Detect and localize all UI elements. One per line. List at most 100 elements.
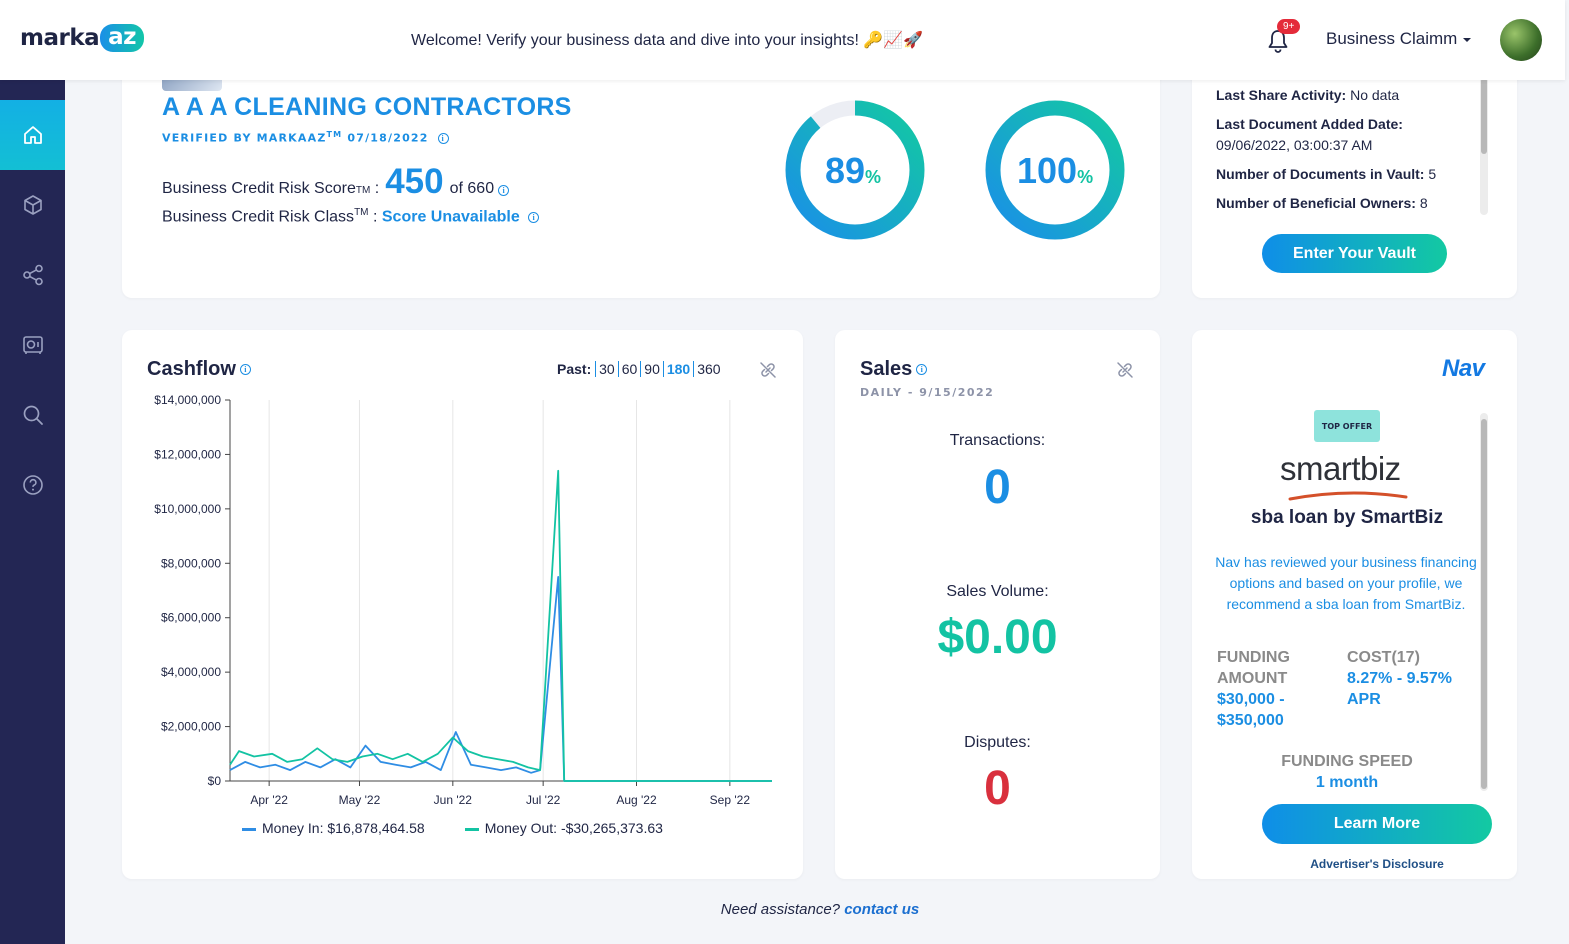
info-icon[interactable]: i: [498, 185, 510, 196]
verified-label: VERIFIED BY MARKAAZTM 07/18/2022 i: [162, 130, 449, 145]
sales-card: Sales i DAILY - 9/15/2022 Transactions: 0…: [835, 330, 1160, 879]
ring-2-label: 100%: [1017, 150, 1093, 192]
period-option-30[interactable]: 30: [595, 361, 618, 377]
business-menu-label: Business Claimm: [1326, 29, 1458, 48]
enter-vault-button[interactable]: Enter Your Vault: [1262, 234, 1447, 273]
smartbiz-swoosh: [1288, 491, 1408, 501]
funding-amount: FUNDING AMOUNT $30,000 - $350,000: [1217, 647, 1337, 731]
ring-2-pct: %: [1077, 167, 1094, 187]
funding-speed: FUNDING SPEED 1 month: [1192, 751, 1502, 793]
period-selector: Past: 30 60 90 180 360: [557, 361, 724, 377]
share-icon: [22, 264, 43, 286]
business-menu[interactable]: Business Claimm: [1326, 29, 1472, 49]
funding-speed-label: FUNDING SPEED: [1281, 753, 1413, 770]
welcome-message: Welcome! Verify your business data and d…: [411, 32, 924, 49]
period-option-60[interactable]: 60: [617, 361, 641, 377]
vault-info-row: Number of Beneficial Owners: 8: [1216, 193, 1478, 214]
y-tick-label: $2,000,000: [161, 720, 221, 734]
series-line-money-out: [229, 469, 772, 782]
x-tick-label: Apr '22: [250, 793, 288, 807]
vault-info-value: No data: [1350, 87, 1400, 103]
cashflow-title-text: Cashflow: [147, 358, 236, 380]
user-avatar[interactable]: [1500, 19, 1542, 61]
sidebar-item-search[interactable]: [0, 380, 65, 450]
cost-label: COST(17): [1347, 649, 1420, 666]
vault-scrollbar[interactable]: [1480, 70, 1488, 215]
vault-info-label: Last Share Activity:: [1216, 87, 1347, 103]
x-tick-label: Sep '22: [710, 793, 751, 807]
disputes-label: Disputes:: [964, 734, 1031, 751]
transactions-label: Transactions:: [949, 432, 1046, 449]
cost-value: 8.27% - 9.57% APR: [1347, 670, 1452, 708]
vault-info-row: Last Share Activity: No data: [1216, 85, 1478, 106]
y-tick-label: $8,000,000: [161, 556, 221, 570]
top-bar: marka az Welcome! Verify your business da…: [0, 0, 1565, 80]
smartbiz-logo: smartbiz: [1280, 450, 1408, 501]
cashflow-card: Cashflow i Past: 30 60 90 180 360 $14,000,000…: [122, 330, 803, 879]
info-icon[interactable]: i: [528, 211, 540, 223]
period-option-90[interactable]: 90: [640, 361, 663, 377]
assist-text: Need assistance?: [720, 901, 841, 918]
info-icon[interactable]: i: [239, 364, 251, 376]
vault-info-value: 09/06/2022, 03:00:37 AM: [1216, 137, 1373, 153]
x-tick-label: May '22: [339, 793, 381, 807]
credit-score-line: Business Credit Risk Score TM : 450 of 66…: [162, 162, 510, 202]
vault-info-label: Number of Documents in Vault:: [1216, 166, 1425, 182]
nav-logo[interactable]: Nav: [1442, 355, 1485, 383]
cashflow-chart: $14,000,000 $12,000,000 $10,000,000 $8,000,…: [154, 393, 772, 807]
home-icon: [23, 126, 42, 144]
assistance-line: Need assistance? contact us: [0, 901, 1569, 918]
vault-info-value: 5: [1428, 166, 1437, 182]
nav-offer-card: Nav TOP OFFER smartbiz sba loan by Smart…: [1192, 330, 1517, 879]
transactions-value: 0: [984, 461, 1011, 514]
legend-money-in[interactable]: Money In: $16,878,464.58: [242, 820, 425, 836]
unlink-icon[interactable]: [1116, 361, 1134, 379]
cashflow-title: Cashflow i: [147, 358, 251, 381]
period-option-360[interactable]: 360: [693, 361, 724, 377]
vault-info-row: Number of Documents in Vault: 5: [1216, 164, 1478, 185]
verified-date: 07/18/2022: [347, 131, 429, 145]
sales-title-text: Sales: [860, 358, 913, 380]
vault-info-list: Last Access: 08/12/2022, 11:06:30 PMLast…: [1216, 70, 1478, 222]
advertiser-disclosure-link[interactable]: Advertiser's Disclosure: [1192, 857, 1517, 871]
y-tick-label: $0: [208, 774, 222, 788]
y-tick-label: $4,000,000: [161, 665, 221, 679]
funding-speed-value: 1 month: [1315, 774, 1379, 791]
markaaz-logo[interactable]: marka az: [20, 24, 145, 52]
y-tick-label: $6,000,000: [161, 611, 221, 625]
legend-money-out-label: Money Out: -$30,265,373.63: [484, 820, 663, 836]
info-icon[interactable]: i: [916, 364, 928, 376]
caret-down-icon: [1463, 37, 1472, 42]
y-tick-label: $10,000,000: [154, 502, 221, 516]
vault-scroll-thumb[interactable]: [1481, 78, 1487, 154]
sidebar-item-box[interactable]: [0, 170, 65, 240]
sidebar-item-home[interactable]: [0, 100, 65, 170]
unlink-icon[interactable]: [759, 361, 777, 379]
vault-icon: [22, 336, 43, 354]
vault-card: Last Access: 08/12/2022, 11:06:30 PMLast…: [1192, 70, 1517, 298]
business-card: A A A CLEANING CONTRACTORS VERIFIED BY M…: [122, 70, 1160, 298]
sidebar-item-vault[interactable]: [0, 310, 65, 380]
offer-scrollbar[interactable]: [1480, 413, 1488, 791]
past-label: Past:: [557, 361, 592, 377]
notification-badge: 9+: [1277, 19, 1301, 34]
sidebar-item-help[interactable]: [0, 450, 65, 520]
vault-info-row: Last Document Added Date: 09/06/2022, 03…: [1216, 114, 1478, 156]
contact-us-link[interactable]: contact us: [844, 901, 919, 918]
ring-1-value: 89: [825, 150, 866, 191]
credit-score-value: 450: [385, 162, 444, 201]
ring-2-value: 100: [1017, 150, 1078, 191]
legend-swatch: [242, 827, 256, 831]
credit-class-line: Business Credit Risk ClassTM : Score Una…: [162, 207, 540, 226]
help-icon: [22, 475, 43, 495]
offer-scroll-thumb[interactable]: [1481, 419, 1487, 789]
info-icon[interactable]: i: [437, 133, 449, 145]
disputes-value: 0: [984, 762, 1011, 815]
learn-more-button[interactable]: Learn More: [1262, 804, 1492, 844]
legend-money-out[interactable]: Money Out: -$30,265,373.63: [464, 820, 663, 836]
series-line-money-in: [229, 575, 772, 782]
sales-volume-value: $0.00: [937, 611, 1058, 664]
credit-class-value[interactable]: Score Unavailable: [382, 208, 520, 225]
sidebar-item-share[interactable]: [0, 240, 65, 310]
period-option-180[interactable]: 180: [662, 361, 694, 377]
